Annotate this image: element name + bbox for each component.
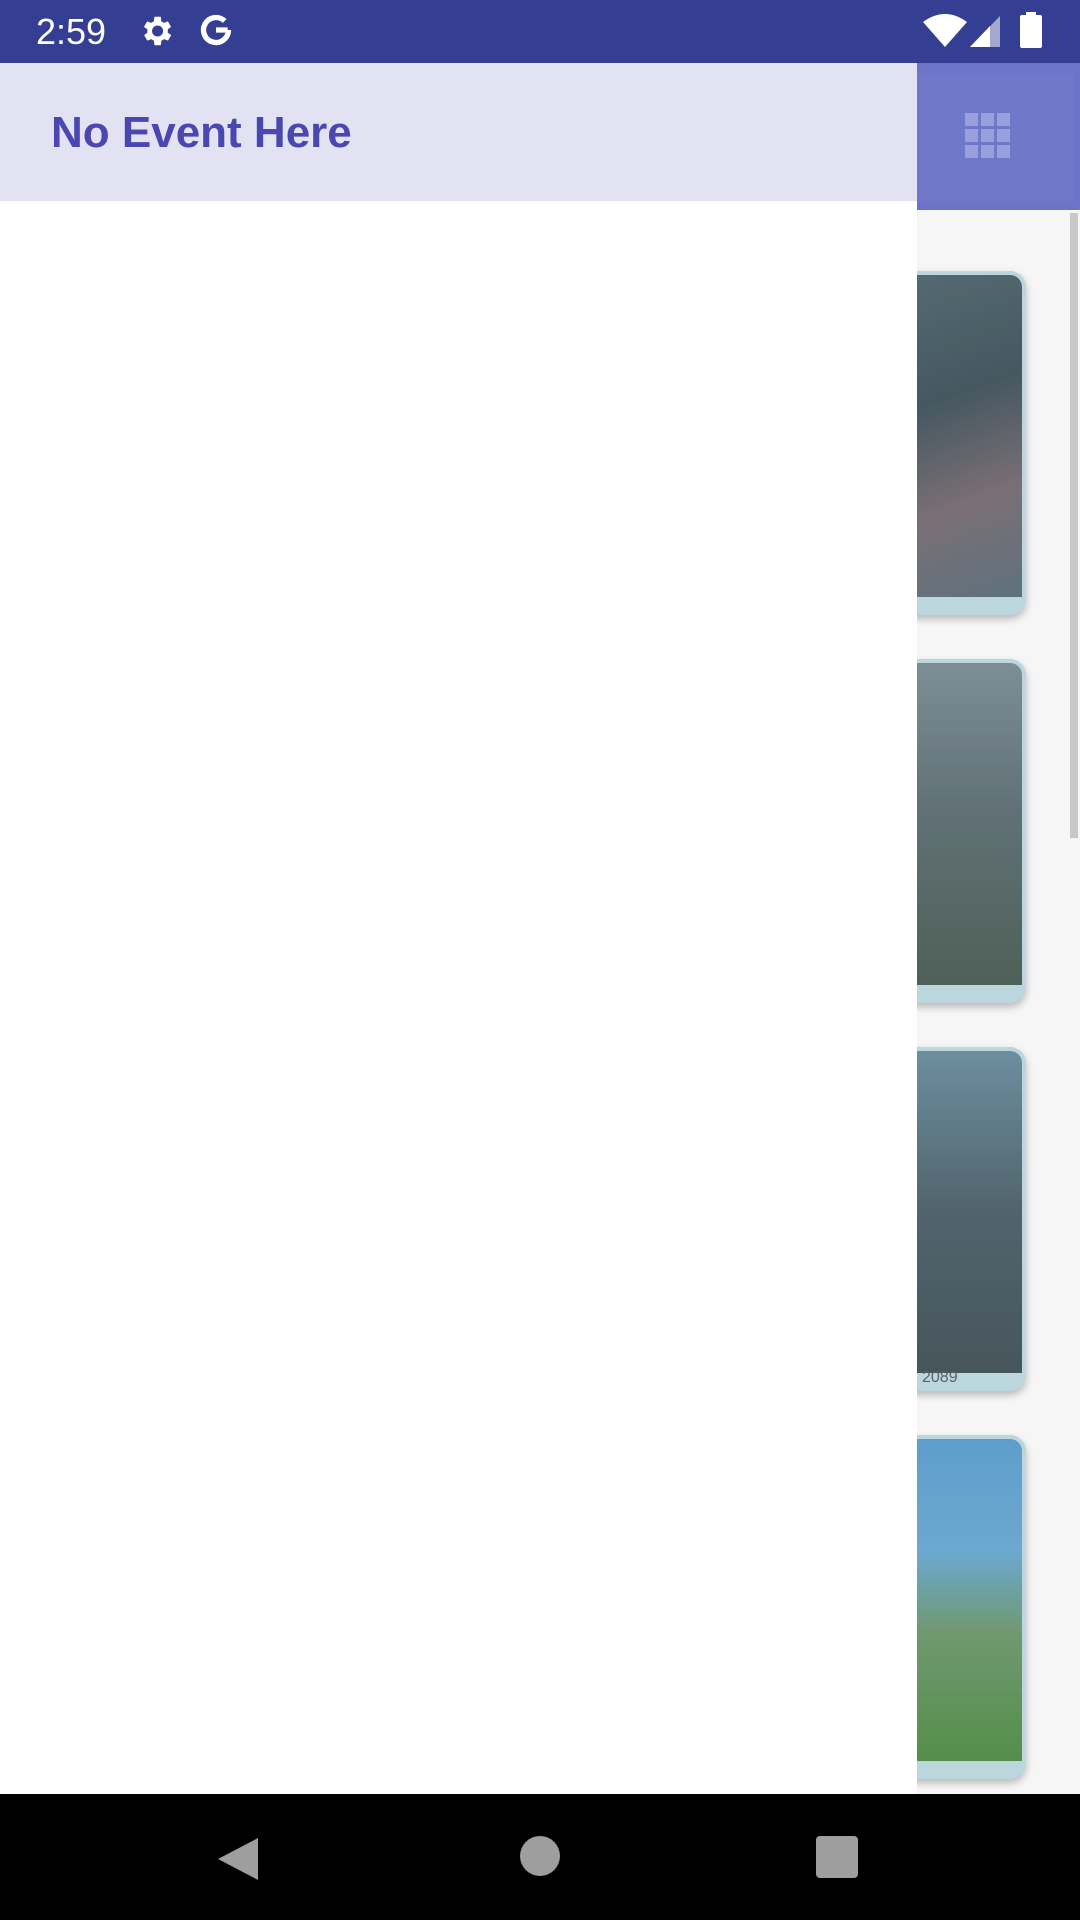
recents-icon[interactable] [816, 1836, 858, 1878]
signal-icon [970, 16, 1000, 47]
status-bar: 2:59 [0, 0, 1080, 63]
battery-icon [1020, 12, 1042, 48]
google-g-icon [200, 14, 232, 46]
gear-icon [143, 16, 172, 46]
navigation-drawer: No Event Here [0, 63, 917, 1794]
wifi-icon [923, 14, 967, 47]
home-icon[interactable] [520, 1836, 560, 1876]
system-nav-bar [0, 1794, 1080, 1920]
drawer-header: No Event Here [0, 63, 917, 201]
back-icon[interactable] [216, 1836, 260, 1882]
drawer-header-title: No Event Here [51, 108, 352, 157]
status-time: 2:59 [36, 11, 107, 52]
